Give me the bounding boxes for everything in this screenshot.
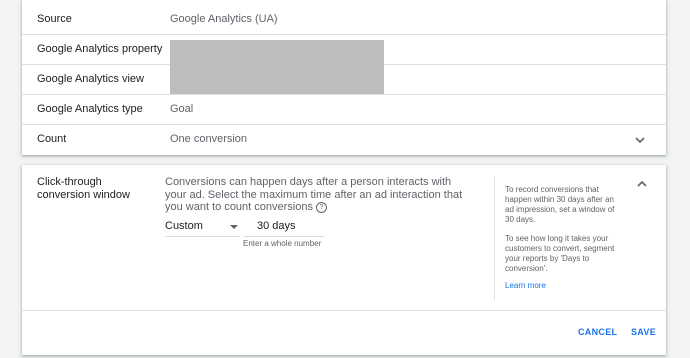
side-help-text-2: To see how long it takes your customers …	[505, 234, 615, 273]
ga-type-row: Google Analytics type Goal	[22, 95, 666, 125]
ga-property-label: Google Analytics property	[37, 43, 163, 55]
ga-view-label: Google Analytics view	[37, 73, 144, 85]
source-row: Source Google Analytics (UA)	[22, 5, 666, 35]
conversion-settings-card: Source Google Analytics (UA) Google Anal…	[22, 0, 666, 155]
side-divider	[494, 176, 495, 300]
window-type-select[interactable]: Custom	[165, 218, 240, 237]
description-text: Conversions can happen days after a pers…	[165, 176, 463, 213]
chevron-up-icon[interactable]	[636, 178, 648, 190]
learn-more-link[interactable]: Learn more	[505, 281, 546, 290]
window-type-value: Custom	[165, 220, 203, 232]
days-input[interactable]: 30 days	[244, 218, 324, 237]
days-value: 30 days	[257, 220, 296, 232]
source-value: Google Analytics (UA)	[170, 13, 278, 25]
redacted-area	[170, 40, 384, 94]
click-through-description: Conversions can happen days after a pers…	[165, 176, 465, 214]
count-row[interactable]: Count One conversion	[22, 125, 666, 155]
chevron-down-icon[interactable]	[634, 134, 646, 146]
ga-type-value: Goal	[170, 103, 194, 115]
caret-down-icon	[230, 225, 238, 229]
source-label: Source	[37, 13, 72, 25]
click-through-window-card: Click-through conversion window Conversi…	[22, 165, 666, 355]
ga-type-label: Google Analytics type	[37, 103, 143, 115]
help-icon[interactable]: ?	[315, 201, 327, 213]
count-label: Count	[37, 133, 67, 145]
footer-divider	[22, 310, 666, 311]
days-hint: Enter a whole number	[243, 239, 322, 248]
cancel-button[interactable]: CANCEL	[578, 327, 617, 337]
click-through-label: Click-through conversion window	[37, 176, 130, 201]
save-button[interactable]: SAVE	[631, 327, 656, 337]
side-help-text-1: To record conversions that happen within…	[505, 185, 615, 224]
count-value: One conversion	[170, 133, 248, 145]
